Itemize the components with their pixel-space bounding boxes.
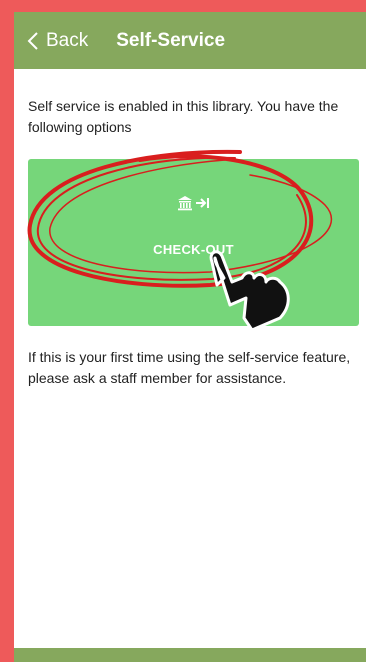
library-checkout-icon [176,195,212,211]
intro-text: Self service is enabled in this library.… [28,98,339,135]
app-header: Back Self-Service [14,12,366,69]
page-title: Self-Service [116,29,226,51]
phone-screen: Back Self-Service Self service is enable… [14,12,366,662]
checkout-button[interactable]: CHECK-OUT [28,159,359,326]
bottom-bar [14,648,366,662]
back-label: Back [46,29,89,51]
assistance-note: If this is your first time using the sel… [28,349,351,386]
checkout-label: CHECK-OUT [153,242,234,257]
chevron-left-icon [27,31,38,50]
back-button[interactable]: Back [26,30,88,52]
